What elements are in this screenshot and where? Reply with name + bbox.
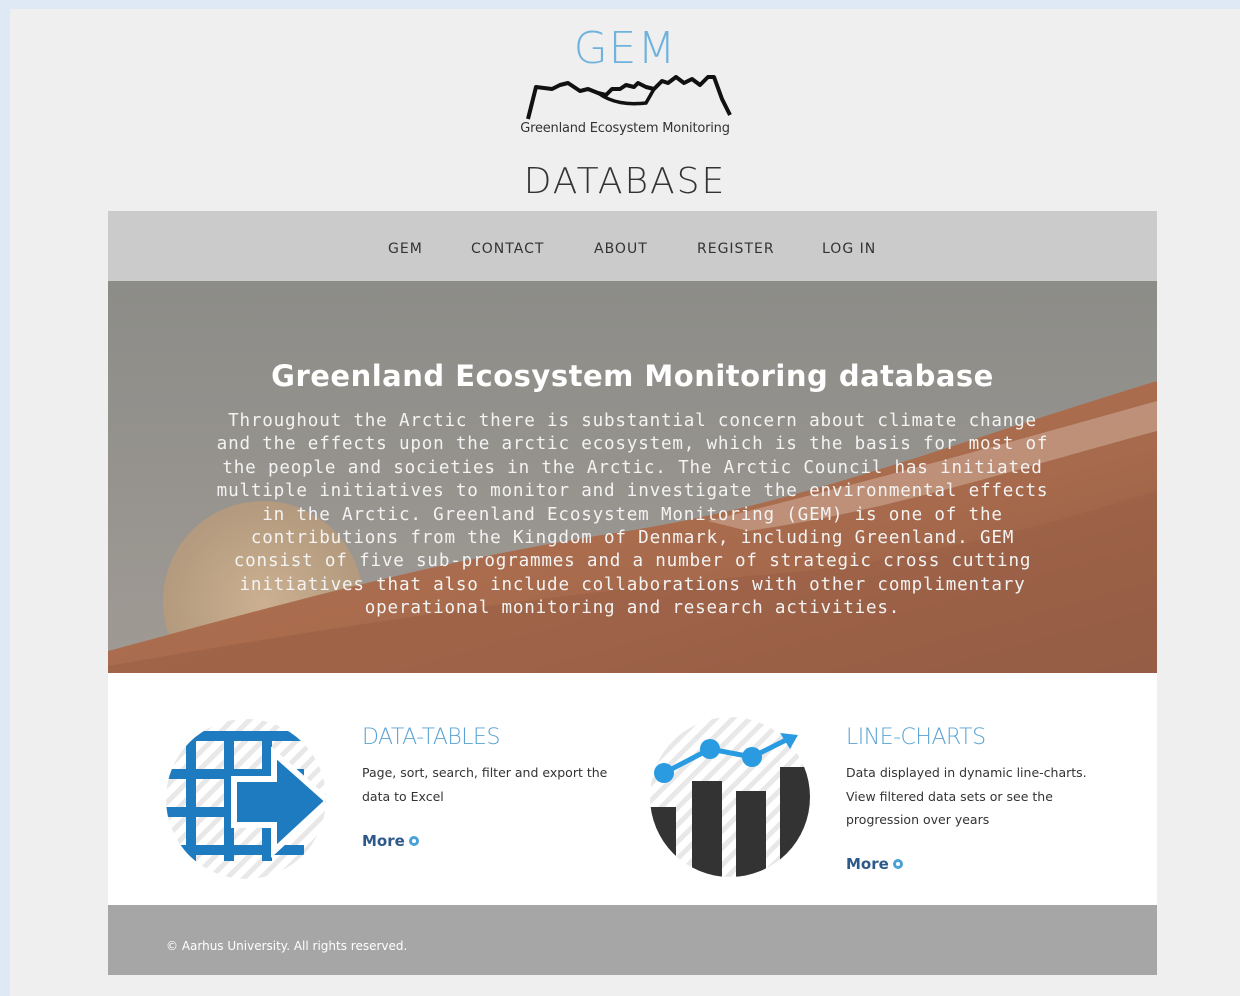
circle-arrow-icon [408,836,419,846]
data-table-export-icon [166,719,326,879]
logo-subtitle: Greenland Ecosystem Monitoring [520,121,730,136]
nav-item-gem[interactable]: GEM [388,241,423,257]
site-header: GEM Greenland Ecosystem Monitoring DATAB… [10,9,1240,209]
hero-banner: Greenland Ecosystem Monitoring database … [108,281,1157,673]
nav-item-login[interactable]: LOG IN [822,241,876,257]
more-link-line-charts[interactable]: More [846,855,903,873]
page-title: DATABASE [523,161,727,202]
more-link-label: More [846,855,889,873]
more-link-label: More [362,832,405,850]
feature-desc-line: View filtered data sets or see the [846,788,1053,804]
features-section: DATA-TABLES Page, sort, search, filter a… [108,673,1157,905]
feature-desc-line: progression over years [846,812,990,827]
main-nav: GEM CONTACT ABOUT REGISTER LOG IN [108,211,1157,281]
copyright-text: © Aarhus University. All rights reserved… [166,939,408,953]
feature-desc-data-tables: Page, sort, search, filter and export th… [362,761,632,808]
nav-item-register[interactable]: REGISTER [697,241,775,257]
more-link-data-tables[interactable]: More [362,832,419,850]
hero-title: Greenland Ecosystem Monitoring database [271,359,994,393]
hero-description: Throughout the Arctic there is substanti… [216,411,1049,619]
feature-desc-line: data to Excel [362,788,444,804]
feature-title-data-tables[interactable]: DATA-TABLES [362,725,500,750]
nav-item-about[interactable]: ABOUT [594,241,648,257]
mountain-logo-icon [526,75,732,120]
line-chart-icon [650,717,810,877]
feature-desc-line: Page, sort, search, filter and export th… [362,765,608,780]
circle-arrow-icon [892,859,903,869]
page: GEM Greenland Ecosystem Monitoring DATAB… [10,9,1240,996]
logo-name[interactable]: GEM [10,23,1240,74]
feature-desc-line-charts: Data displayed in dynamic line-charts. V… [846,761,1116,832]
footer: © Aarhus University. All rights reserved… [108,905,1157,975]
nav-item-contact[interactable]: CONTACT [471,241,544,257]
feature-desc-line: Data displayed in dynamic line-charts. [846,765,1087,780]
feature-title-line-charts[interactable]: LINE-CHARTS [846,725,986,750]
